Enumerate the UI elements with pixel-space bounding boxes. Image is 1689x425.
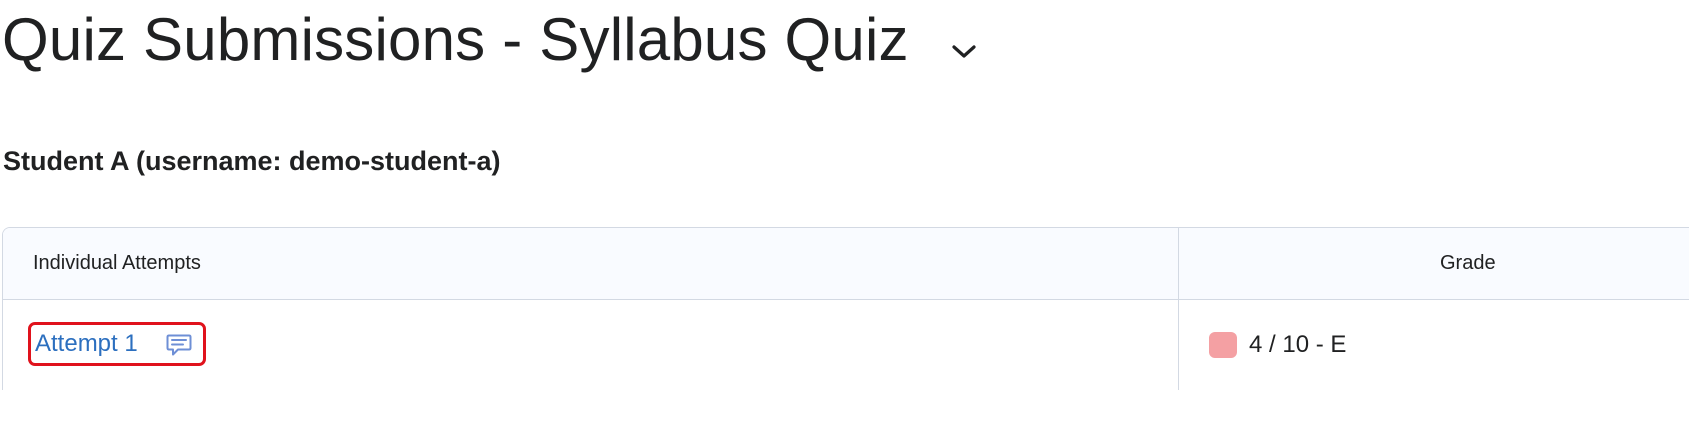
column-header-attempts: Individual Attempts bbox=[3, 228, 1179, 299]
grade-status-swatch bbox=[1209, 332, 1237, 358]
table-header-row: Individual Attempts Grade bbox=[3, 228, 1689, 300]
grade-cell: 4 / 10 - E bbox=[1179, 300, 1689, 390]
grade-value: 4 / 10 - E bbox=[1249, 331, 1347, 358]
student-heading: Student A (username: demo-student-a) bbox=[3, 146, 501, 176]
table-row: Attempt 1 4 / 10 - E bbox=[3, 300, 1689, 390]
page-title-row: Quiz Submissions - Syllabus Quiz bbox=[2, 0, 977, 80]
feedback-comment-icon[interactable] bbox=[166, 333, 192, 357]
page-title: Quiz Submissions - Syllabus Quiz bbox=[2, 6, 909, 73]
chevron-down-icon[interactable] bbox=[951, 39, 977, 65]
attempt-1-link[interactable]: Attempt 1 bbox=[35, 329, 138, 359]
attempt-cell: Attempt 1 bbox=[3, 300, 1179, 390]
attempts-table: Individual Attempts Grade Attempt 1 4 / … bbox=[2, 227, 1689, 390]
column-header-grade: Grade bbox=[1440, 252, 1496, 274]
